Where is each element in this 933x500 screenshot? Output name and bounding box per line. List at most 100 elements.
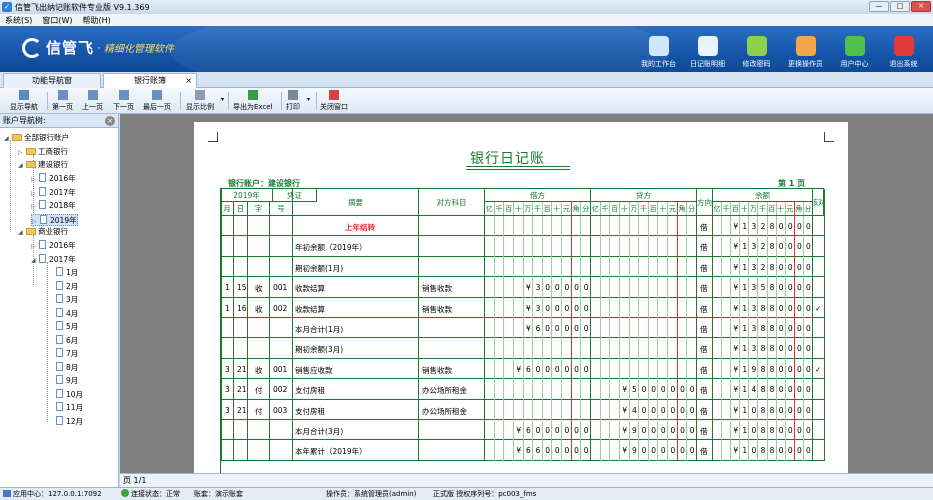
tree-month-8月[interactable]: 8月 [56,361,78,374]
row-day: 21 [237,364,247,374]
dropdown-arrow-icon[interactable]: ▾ [307,96,310,103]
tree-month-2月[interactable]: 2月 [56,280,78,293]
tree-year-2018年[interactable]: ▷ 2018年 [31,200,76,212]
expand-icon[interactable]: ▷ [18,147,26,159]
tree-root[interactable]: ◢ 全部银行账户 [4,132,69,144]
print-icon [288,90,298,100]
expand-icon[interactable]: ◢ [4,133,12,145]
row-opposite: 办公场所租金 [422,386,467,396]
header-debit: 借方 [485,189,591,202]
tree-year-2017年[interactable]: ◢ 2017年 [31,253,76,267]
tab-close-icon[interactable]: × [185,74,192,88]
digit-line [512,202,514,461]
document-icon [56,334,63,344]
zoom-button[interactable]: 显示比例 [186,90,214,112]
tree-month-4月[interactable]: 4月 [56,307,78,320]
tree-year-2016年[interactable]: ▷ 2016年 [31,173,76,185]
top-button-1[interactable]: 日记账明细 [684,28,731,69]
header-banner: 信管飞 · 精细化管理软件 我的工作台 日记账明细 修改密码 更换操作员 用户中心 退出系… [0,26,933,72]
export-excel-button[interactable]: 导出为Excel [233,90,273,112]
panel-close-icon[interactable]: × [105,116,115,126]
report-viewer[interactable]: 银行日记账 银行账户：建设银行 第 1 页 2019年 凭证月日字号摘要 对方科目借… [120,114,933,473]
digit-line [609,202,611,461]
digit-line [599,202,601,461]
tree-month-3月[interactable]: 3月 [56,294,78,306]
digit-line [739,202,741,461]
menu-system[interactable]: 系统(S) [5,15,32,26]
tree-month-7月[interactable]: 7月 [56,348,78,360]
window-title: 信管飞出纳记账软件专业版 V9.1.369 [15,2,150,12]
close-doc-icon [329,90,339,100]
banner-decoration [170,26,670,72]
minimize-button[interactable]: — [869,1,889,12]
top-button-3[interactable]: 更换操作员 [782,28,829,69]
show-nav-button[interactable]: 显示导航 [10,90,38,112]
tree-month-5月[interactable]: 5月 [56,321,78,333]
toolbar-separator [47,92,48,110]
tree-month-1月[interactable]: 1月 [56,267,78,279]
dropdown-arrow-icon[interactable]: ▾ [221,96,224,103]
expand-icon[interactable]: ◢ [18,227,26,239]
document-icon [56,348,63,357]
expand-icon[interactable]: ▷ [31,188,39,200]
print-button[interactable]: 打印 [286,90,300,112]
tree-bank-icbc[interactable]: ▷ 工商银行 [18,146,68,158]
tree-month-9月[interactable]: 9月 [56,375,78,387]
last-page-button[interactable]: 最后一页 [143,90,171,112]
expand-icon[interactable]: ▷ [31,174,39,186]
excel-icon [247,90,258,100]
digit-line [766,202,768,461]
tree-label: 3月 [66,295,79,304]
tree-month-10月[interactable]: 10月 [56,388,83,401]
row-month: 3 [225,405,230,415]
row-summary: 本月合计(3月) [295,427,344,436]
tree-label: 2019年 [50,215,77,225]
window-controls: — □ ✕ [868,1,931,12]
header-check: 核对 [813,189,824,216]
prev-page-button[interactable]: 上一页 [82,90,103,112]
menu-window[interactable]: 窗口(W) [42,15,72,26]
row-number: 001 [273,364,288,374]
tree-month-12月[interactable]: 12月 [56,415,83,428]
expand-icon[interactable]: ▷ [31,201,39,213]
toolbar: 显示导航 第一页 上一页 下一页 最后一页 显示比例 导出为Excel 打印 关闭窗口 ▾ ▾ [0,88,933,114]
row-direction: 借 [700,325,708,334]
row-opposite: 销售收款 [422,304,452,314]
tree-label: 1月 [66,268,79,277]
column-line [484,189,485,461]
tree-bank-commercial[interactable]: ◢ 商业银行 [18,226,68,238]
expand-icon[interactable]: ◢ [18,160,26,172]
digit-line [638,202,640,461]
top-button-4[interactable]: 用户中心 [831,28,878,69]
top-button-0[interactable]: 我的工作台 [635,28,682,69]
digit-line [628,202,630,461]
tree-year-2016年[interactable]: ▷ 2016年 [31,240,76,252]
close-window-button-tb[interactable]: 关闭窗口 [320,90,348,112]
next-page-button[interactable]: 下一页 [113,90,134,112]
document-icon [56,415,63,425]
toolbar-separator [228,92,229,110]
tab-bank-ledger[interactable]: 银行账簿 × [103,73,197,88]
tab-label: 银行账簿 [134,76,166,85]
tree-year-2019年[interactable]: ▷ 2019年 [31,213,78,226]
tab-function-nav[interactable]: 功能导航窗 [3,73,101,88]
tree-year-2017年[interactable]: ▷ 2017年 [31,186,76,200]
close-window-button[interactable]: ✕ [911,1,931,12]
maximize-button[interactable]: □ [890,1,910,12]
toolbar-label: 显示比例 [186,103,214,111]
top-button-2[interactable]: 修改密码 [733,28,780,69]
column-line [418,189,419,461]
top-button-5[interactable]: 退出系统 [880,28,927,69]
expand-icon[interactable]: ▷ [31,241,39,253]
menu-help[interactable]: 帮助(H) [82,15,110,26]
tree-month-11月[interactable]: 11月 [56,402,83,414]
column-line [590,189,591,461]
row-direction: 借 [700,284,708,294]
digit-line [647,202,649,461]
row-month: 1 [225,303,230,313]
expand-icon[interactable]: ◢ [31,255,39,267]
first-page-button[interactable]: 第一页 [52,90,73,112]
tree-bank-ccb[interactable]: ◢ 建设银行 [18,159,68,171]
digit-line [667,202,669,461]
tree-month-6月[interactable]: 6月 [56,334,78,347]
